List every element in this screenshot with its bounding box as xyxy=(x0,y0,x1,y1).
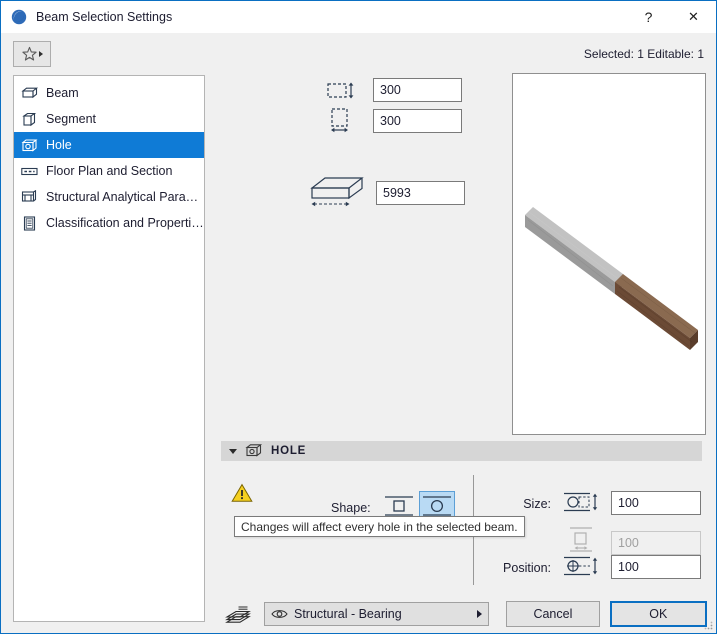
help-button[interactable]: ? xyxy=(626,2,671,33)
classification-properties-icon xyxy=(20,214,38,232)
hole-diameter-icon xyxy=(561,489,603,515)
archicad-beam-icon xyxy=(11,9,27,25)
floor-plan-section-icon xyxy=(20,162,38,180)
dialog-footer: Structural - Bearing Cancel OK xyxy=(213,593,707,633)
sidebar-item-segment[interactable]: Segment xyxy=(14,106,204,132)
sidebar-item-structural-analytical-parameters[interactable]: Structural Analytical Paramet... xyxy=(14,184,204,210)
hole-icon xyxy=(245,443,263,459)
cross-section-height-row: 300 xyxy=(323,77,462,103)
circle-shape-icon xyxy=(423,496,451,516)
settings-sidebar: Beam Segment Hole Floor Plan and Section… xyxy=(13,75,205,622)
beam-length-row: 5993 xyxy=(308,175,465,211)
sidebar-item-classification-and-properties[interactable]: Classification and Properties xyxy=(14,210,204,236)
favorites-button[interactable] xyxy=(13,40,51,67)
chevron-right-icon xyxy=(39,50,43,57)
chevron-right-icon[interactable] xyxy=(477,610,483,618)
segment-icon xyxy=(20,110,38,128)
beam-length-input[interactable]: 5993 xyxy=(376,181,465,205)
toolbar: Selected: 1 Editable: 1 xyxy=(1,33,716,74)
position-label: Position: xyxy=(503,561,551,575)
tooltip: Changes will affect every hole in the se… xyxy=(234,516,525,537)
cross-section-height-input[interactable]: 300 xyxy=(373,78,462,102)
hole-section-header[interactable]: HOLE xyxy=(221,441,702,461)
square-shape-icon xyxy=(385,496,413,516)
hole-position-icon xyxy=(561,553,603,579)
sidebar-item-label: Classification and Properties xyxy=(46,216,204,230)
sidebar-item-label: Floor Plan and Section xyxy=(46,164,173,178)
sidebar-item-floor-plan-and-section[interactable]: Floor Plan and Section xyxy=(14,158,204,184)
structural-analytical-icon xyxy=(20,188,38,206)
selection-status: Selected: 1 Editable: 1 xyxy=(583,46,704,61)
cross-section-height-icon xyxy=(323,77,367,103)
sidebar-item-beam[interactable]: Beam xyxy=(14,80,204,106)
hole-size-input[interactable]: 100 xyxy=(611,491,701,515)
cross-section-width-row: 300 xyxy=(323,108,462,134)
warning-triangle-icon xyxy=(231,483,253,506)
hole-section-title: HOLE xyxy=(271,445,307,457)
layer-name: Structural - Bearing xyxy=(294,607,402,621)
window-title: Beam Selection Settings xyxy=(36,10,173,24)
layer-dropdown[interactable]: Structural - Bearing xyxy=(264,602,490,626)
star-icon xyxy=(22,46,37,61)
beam-3d-preview[interactable] xyxy=(512,73,706,435)
cancel-button[interactable]: Cancel xyxy=(506,601,600,627)
sidebar-item-label: Structural Analytical Paramet... xyxy=(46,190,204,204)
hole-width-input: 100 xyxy=(611,531,701,555)
close-button[interactable]: ✕ xyxy=(671,2,716,33)
sidebar-item-label: Beam xyxy=(46,86,79,100)
hole-width-icon xyxy=(561,527,603,553)
hole-position-input[interactable]: 100 xyxy=(611,555,701,579)
ok-button[interactable]: OK xyxy=(609,601,707,627)
triangle-down-icon[interactable] xyxy=(229,448,237,454)
sidebar-item-label: Hole xyxy=(46,138,72,152)
title-bar: Beam Selection Settings ? ✕ xyxy=(1,1,716,33)
beam-length-icon xyxy=(308,175,368,211)
sidebar-item-hole[interactable]: Hole xyxy=(14,132,204,158)
eye-icon xyxy=(271,608,288,620)
beam-icon xyxy=(20,84,38,102)
size-label: Size: xyxy=(523,497,551,511)
cross-section-width-icon xyxy=(323,108,367,134)
cross-section-width-input[interactable]: 300 xyxy=(373,109,462,133)
shape-label: Shape: xyxy=(331,501,371,515)
resize-grip[interactable] xyxy=(703,620,713,630)
hole-icon xyxy=(20,136,38,154)
layers-icon[interactable] xyxy=(225,604,251,624)
sidebar-item-label: Segment xyxy=(46,112,97,126)
beam-selection-settings-dialog: Beam Selection Settings ? ✕ Selected: 1 … xyxy=(0,0,717,634)
